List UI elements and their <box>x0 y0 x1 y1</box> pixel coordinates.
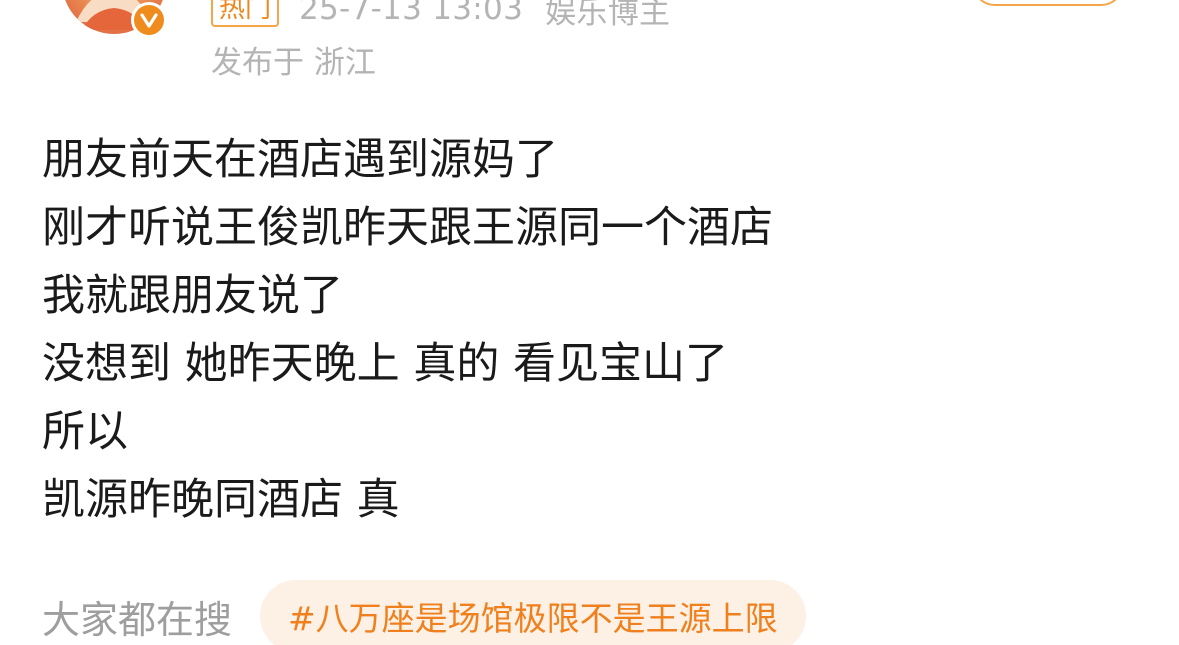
post-line: 凯源昨晚同酒店 真 <box>42 475 400 525</box>
trending-topic-chip[interactable]: #八万座是场馆极限不是王源上限 <box>260 580 806 645</box>
post-body: 朋友前天在酒店遇到源妈了 刚才听说王俊凯昨天跟王源同一个酒店 我就跟朋友说了 没… <box>42 126 1142 534</box>
post-timestamp: 25-7-13 13:03 <box>299 0 524 27</box>
post-meta: 热门 25-7-13 13:03 娱乐博主 <box>211 0 671 31</box>
trending-row: 大家都在搜 #八万座是场馆极限不是王源上限 <box>42 580 806 645</box>
post-location: 发布于 浙江 <box>211 45 376 81</box>
post-line: 所以 <box>42 407 128 457</box>
author-tag: 娱乐博主 <box>545 0 671 31</box>
post-line: 没想到 她昨天晚上 真的 看见宝山了 <box>42 339 729 389</box>
post-line: 朋友前天在酒店遇到源妈了 <box>42 135 558 185</box>
hot-badge: 热门 <box>211 0 280 27</box>
trending-label: 大家都在搜 <box>42 597 233 642</box>
weibo-post-page: 热门 25-7-13 13:03 娱乐博主 发布于 浙江 朋友前天在酒店遇到源妈… <box>0 0 1179 645</box>
verified-badge-icon <box>131 2 167 38</box>
follow-button[interactable] <box>972 0 1124 6</box>
post-line: 刚才听说王俊凯昨天跟王源同一个酒店 <box>42 203 773 253</box>
post-line: 我就跟朋友说了 <box>42 271 343 321</box>
